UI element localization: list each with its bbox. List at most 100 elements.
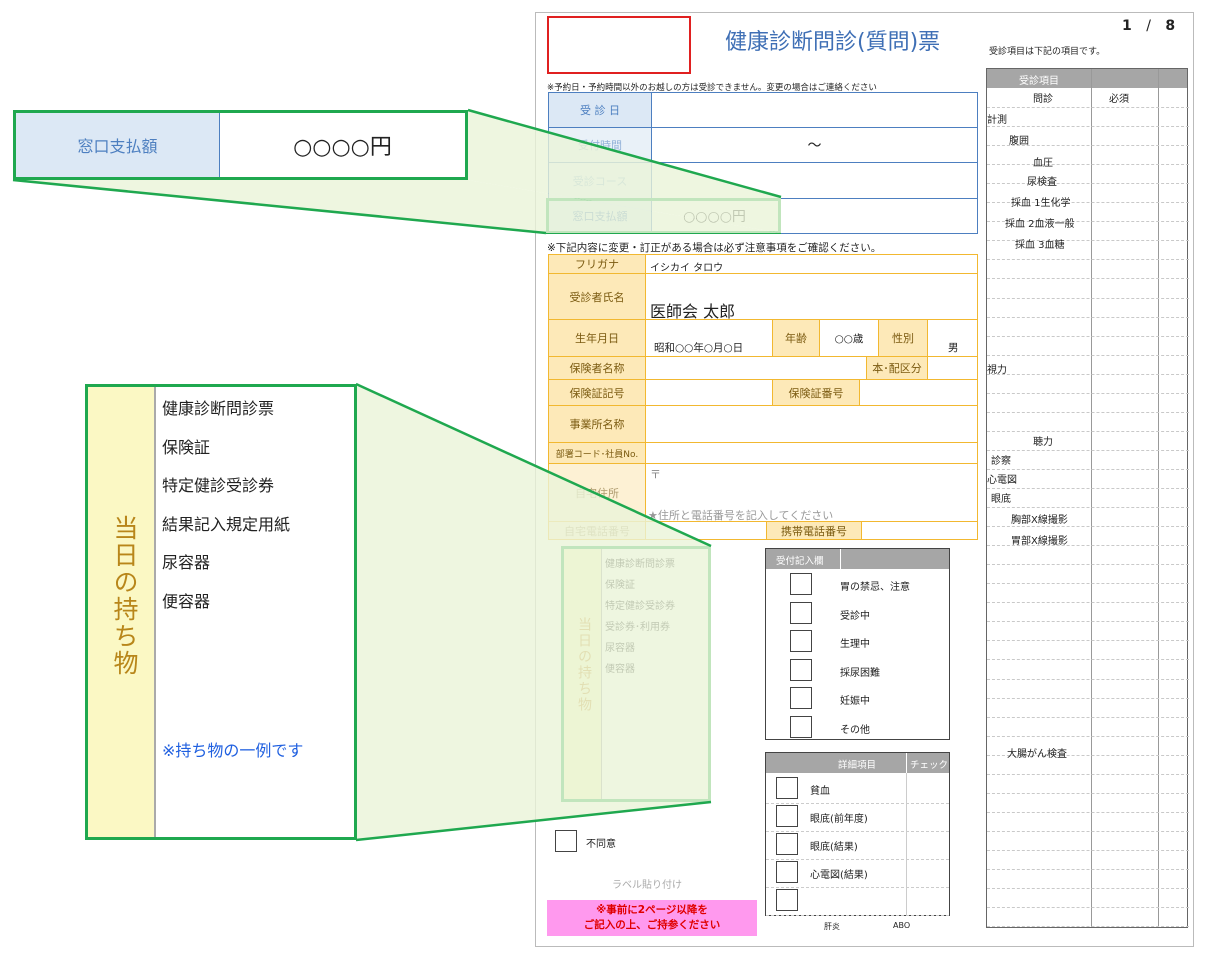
form-title: 健康診断問診(質問)票 — [725, 30, 941, 55]
exam-grid-line — [987, 259, 1189, 261]
belongings-callout-item: 健康診断問診票 — [162, 399, 275, 418]
age-field[interactable]: ○○歳 — [819, 319, 879, 357]
exam-grid-line — [987, 659, 1189, 661]
dependent-field[interactable] — [927, 356, 978, 380]
disagree-label: 不同意 — [586, 839, 616, 850]
home-phone-label: 自宅電話番号 — [548, 521, 646, 540]
exam-grid-line — [987, 621, 1189, 623]
page-separator: / — [1146, 18, 1151, 34]
name-field[interactable]: 医師会 太郎 — [645, 273, 978, 321]
home-phone-field[interactable] — [645, 521, 767, 540]
exam-item-name: 心電図 — [987, 475, 1017, 486]
belongings-callout-list: 健康診断問診票 保険証 特定健診受診券 結果記入規定用紙 尿容器 便容器 — [162, 395, 290, 626]
detail-check-box[interactable] — [776, 833, 798, 855]
dependent-label: 本･配区分 — [866, 356, 928, 380]
belongings-box: 当日の持ち物 健康診断問診票 保険証 特定健診受診券 受診券･利用券 尿容器 便容器 — [561, 546, 711, 802]
insurer-label: 保険者名称 — [548, 356, 646, 380]
exam-item-name: 問診 — [1033, 94, 1053, 105]
exam-grid-line — [987, 392, 1189, 394]
exam-grid-line — [987, 640, 1189, 642]
furigana-value: イシカイ タロウ — [650, 263, 724, 274]
dob-field[interactable]: 昭和○○年○月○日 — [645, 319, 773, 357]
exam-items-panel: 受診項目 問診 必須 計測 腹囲 血圧 尿検査 採血 1生化学 採血 2血液一般 採血 3血糖視… — [986, 68, 1189, 928]
belongings-callout-item: 尿容器 — [162, 553, 211, 572]
exam-items-caption: 受診項目は下記の項目です。 — [989, 47, 1106, 57]
exam-grid-line — [987, 602, 1189, 604]
sex-value: 男 — [948, 342, 959, 354]
pink-note: ※事前に2ページ以降を ご記入の上、ご持参ください — [547, 900, 757, 936]
dob-label: 生年月日 — [548, 319, 646, 357]
payment-callout: 窓口支払額 ○○○○円 — [13, 110, 468, 180]
reception-check-box[interactable] — [790, 630, 812, 652]
disagree-checkbox[interactable] — [555, 830, 577, 852]
payment-callout-line-bottom — [12, 178, 547, 235]
detail-check-box[interactable] — [776, 889, 798, 911]
reception-checks-heading: 受付記入欄 — [776, 556, 824, 567]
reception-check-box[interactable] — [790, 601, 812, 624]
exam-grid-line — [987, 507, 1189, 509]
detail-footer-right: ABO — [893, 921, 911, 930]
detail-check-label: 貧血 — [810, 786, 830, 797]
reception-check-label: その他 — [840, 724, 870, 736]
exam-grid-line — [987, 888, 1189, 890]
office-field[interactable] — [645, 405, 978, 443]
belongings-callout-item: 便容器 — [162, 591, 211, 611]
exam-items-header: 受診項目 — [987, 69, 1187, 88]
belongings-item: 特定健診受診券 — [605, 601, 675, 612]
card-number-field[interactable] — [859, 379, 978, 406]
furigana-field[interactable]: イシカイ タロウ — [645, 254, 978, 274]
exam-item-name: 視力 — [987, 365, 1007, 376]
exam-item-name: 腹囲 — [1009, 136, 1029, 147]
course-label: 受診コース — [548, 162, 652, 199]
belongings-item: 保険証 — [605, 580, 635, 591]
dept-field[interactable] — [645, 442, 978, 464]
belongings-callout-item: 保険証 — [162, 437, 211, 457]
belongings-item: 受診券･利用券 — [605, 622, 670, 633]
reception-check-box[interactable] — [790, 715, 812, 738]
exam-grid-line — [987, 373, 1189, 375]
insurer-field[interactable] — [645, 356, 867, 380]
detail-check-box[interactable] — [776, 777, 798, 799]
exam-item-name: 診察 — [991, 456, 1011, 467]
course-field[interactable] — [651, 162, 978, 199]
detail-check-label: 眼底(結果) — [810, 842, 858, 853]
exam-grid-line — [987, 564, 1189, 566]
detail-check-box[interactable] — [776, 861, 798, 883]
detail-check-label: 眼底(前年度) — [810, 814, 868, 825]
exam-grid-line — [987, 488, 1189, 489]
reception-check-box[interactable] — [790, 573, 812, 595]
exam-grid-line — [987, 107, 1189, 108]
payment-field: ○○○○円 — [651, 198, 781, 234]
reception-time-field[interactable]: ～ — [651, 127, 978, 163]
sex-field[interactable]: 男 — [927, 319, 978, 357]
page-total: 8 — [1165, 18, 1176, 34]
age-value: ○○歳 — [834, 332, 864, 345]
exam-grid-line — [987, 354, 1189, 356]
detail-check-box[interactable] — [776, 805, 798, 827]
mobile-phone-field[interactable] — [861, 521, 978, 540]
exam-grid-line — [987, 583, 1189, 585]
belongings-callout-item: 結果記入規定用紙 — [162, 514, 291, 534]
card-code-field[interactable] — [645, 379, 773, 406]
belongings-item: 尿容器 — [605, 643, 635, 654]
reception-check-box[interactable] — [790, 687, 812, 709]
pink-note-line1: ※事前に2ページ以降を — [596, 904, 708, 916]
reception-check-box[interactable] — [790, 658, 812, 681]
reception-check-label: 受診中 — [840, 610, 870, 622]
card-number-label: 保険証番号 — [772, 379, 860, 406]
exam-date-field[interactable] — [651, 92, 978, 128]
sex-label: 性別 — [878, 319, 928, 357]
address-field[interactable]: 〒 ★住所と電話番号を記入してください — [645, 463, 978, 522]
reception-checks-header: 受付記入欄 — [766, 549, 949, 569]
belongings-item: 健康診断問診票 — [605, 559, 675, 570]
exam-item-mark: 必須 — [1109, 94, 1129, 105]
exam-grid-line — [987, 907, 1189, 909]
exam-item-name: 尿検査 — [1027, 177, 1057, 188]
name-label: 受診者氏名 — [548, 273, 646, 320]
reception-check-label: 妊娠中 — [840, 696, 870, 707]
exam-grid-line — [987, 716, 1189, 718]
notice-mid: ※下記内容に変更・訂正がある場合は必ず注意事項をご確認ください。 — [547, 242, 882, 254]
exam-col-divider-1 — [1091, 69, 1092, 927]
exam-grid-line — [987, 526, 1189, 528]
detail-row-line — [766, 915, 949, 916]
